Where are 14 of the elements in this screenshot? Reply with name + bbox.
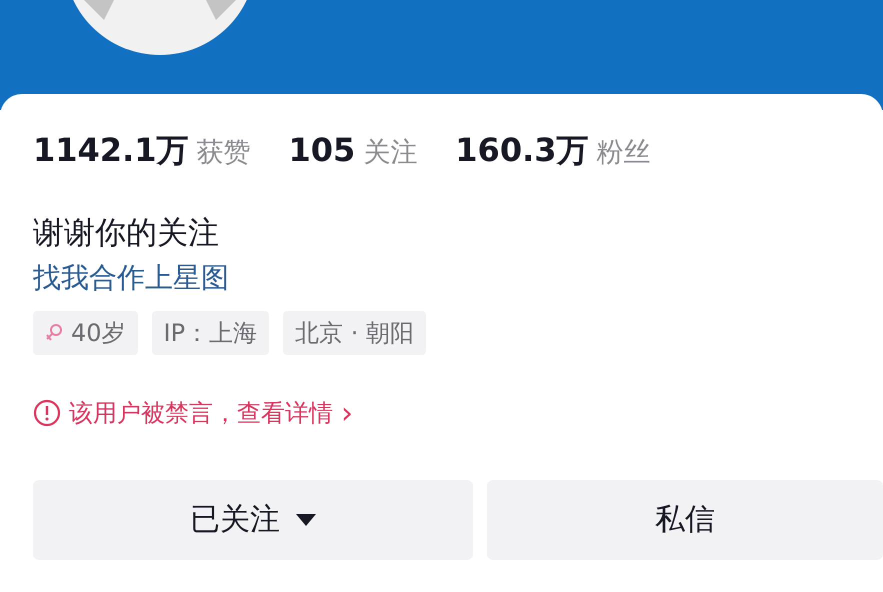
ban-notice-link[interactable]: 该用户被禁言，查看详情 xyxy=(69,395,333,431)
profile-tag: 40岁 xyxy=(33,310,138,354)
stat-item[interactable]: 1142.1万 获赞 xyxy=(33,126,250,174)
profile-tag: 北京 · 朝阳 xyxy=(283,310,426,354)
stat-item[interactable]: 160.3万 粉丝 xyxy=(455,126,650,174)
bio-text: 谢谢你的关注 xyxy=(33,214,220,253)
message-button[interactable]: 私信 xyxy=(487,480,883,560)
stat-item[interactable]: 105 关注 xyxy=(288,126,418,174)
chevron-icon: › xyxy=(341,390,353,436)
cooperation-link[interactable]: 找我合作上星图 xyxy=(33,260,229,294)
female-icon xyxy=(45,322,63,342)
profile-tag: IP：上海 xyxy=(152,310,270,354)
warning-icon xyxy=(33,399,61,427)
follow-button[interactable]: 已关注 xyxy=(33,480,474,560)
